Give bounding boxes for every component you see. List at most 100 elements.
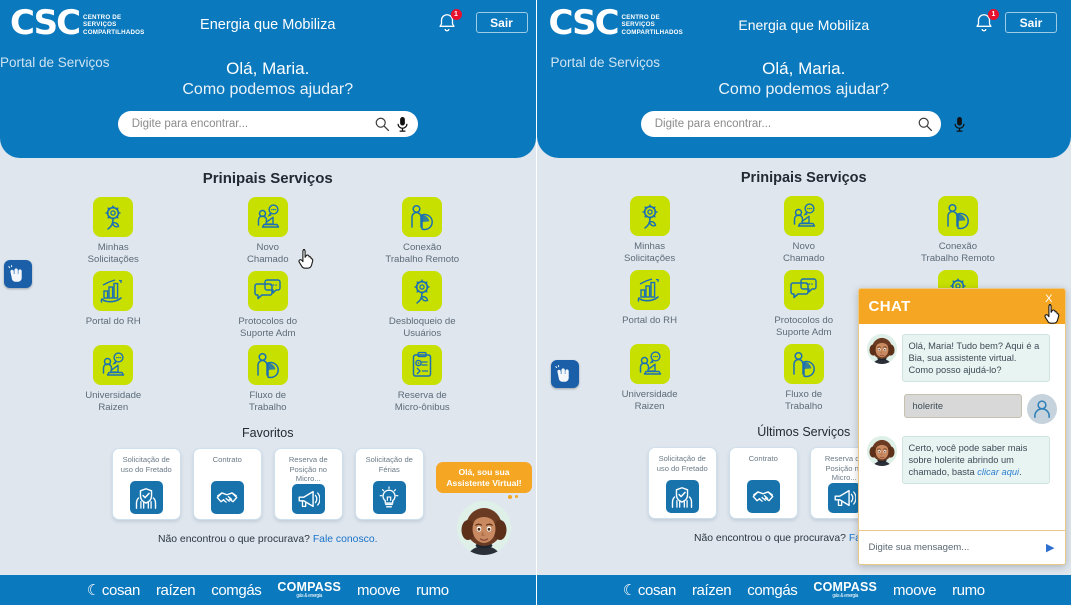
flower-gear-icon bbox=[641, 204, 658, 229]
assistant-bubble-line-1: Olá, sou sua bbox=[458, 467, 510, 477]
service-item-fluxo-de-trabalho[interactable]: Fluxo de Trabalho bbox=[191, 345, 346, 413]
chat-message-list: Olá, Maria! Tudo bem? Aqui é a Bia, sua … bbox=[859, 324, 1065, 530]
chat-input-placeholder: Digite sua mensagem... bbox=[868, 542, 970, 553]
chat-message-user: holerite bbox=[867, 394, 1057, 424]
service-item-conexao-trabalho-remoto[interactable]: Conexão Trabalho Remoto bbox=[345, 197, 500, 265]
chat-inline-link[interactable]: clicar aqui bbox=[977, 467, 1019, 477]
person-laptop-chat-icon bbox=[257, 204, 279, 228]
vlibras-accessibility-button[interactable] bbox=[4, 260, 32, 288]
favorite-icon-wrap bbox=[129, 481, 163, 514]
notification-badge: 1 bbox=[988, 9, 999, 20]
service-tile bbox=[247, 197, 288, 237]
person-laptop-chat-icon bbox=[639, 351, 661, 375]
favorite-card-solicitacao-fretado[interactable]: Solicitação de uso do Fretado bbox=[111, 448, 181, 520]
footer-brand-bar: ☾ cosan raízen comgás COMPASS gás & energ… bbox=[536, 575, 1071, 605]
favorite-card-contrato[interactable]: Contrato bbox=[728, 447, 798, 519]
favorite-icon-wrap bbox=[372, 481, 406, 514]
service-tile bbox=[629, 196, 670, 236]
service-label: Fluxo de Trabalho bbox=[784, 389, 823, 412]
favorite-card-solicitacao-ferias[interactable]: Solicitação de Férias bbox=[354, 448, 424, 520]
service-item-novo-chamado[interactable]: Novo Chamado bbox=[191, 197, 346, 265]
favorites-section-title: Favoritos bbox=[242, 426, 294, 440]
person-icon bbox=[1033, 400, 1050, 419]
favorite-label: Contrato bbox=[212, 455, 242, 464]
chat-bubble-text: Olá, Maria! Tudo bem? Aqui é a Bia, sua … bbox=[901, 334, 1050, 382]
contact-us-link[interactable]: Fale conosco. bbox=[313, 534, 378, 545]
service-tile bbox=[783, 344, 824, 384]
search-icon[interactable] bbox=[917, 116, 933, 132]
service-tile bbox=[93, 197, 134, 237]
brand-rumo: rumo bbox=[416, 581, 449, 599]
chat-header: CHAT X bbox=[858, 289, 1065, 324]
greeting-line-2: Como podemos ajudar? bbox=[182, 81, 354, 98]
service-label: Universidade Raizen bbox=[621, 389, 678, 412]
service-item-portal-do-rh[interactable]: Portal do RH bbox=[36, 271, 191, 339]
close-icon[interactable]: X bbox=[1045, 293, 1052, 305]
brand-moove: moove bbox=[893, 581, 937, 599]
footer-brand-bar: ☾ cosan raízen comgás COMPASS gás & energ… bbox=[0, 575, 536, 605]
favorite-card-solicitacao-fretado[interactable]: Solicitação de uso do Fretado bbox=[647, 447, 717, 519]
chat-bubble-text: holerite bbox=[903, 394, 1022, 418]
chat-window[interactable]: CHAT X Olá, Maria! Tudo bem? Aqui é a Bi… bbox=[857, 288, 1066, 565]
search-input[interactable]: Digite para encontrar... bbox=[117, 111, 418, 137]
person-piechart-icon bbox=[947, 203, 969, 230]
service-item-minhas-solicitacoes[interactable]: Minhas Solicitações bbox=[36, 197, 191, 265]
logout-button[interactable]: Sair bbox=[1005, 12, 1057, 33]
brand-comgas: comgás bbox=[747, 581, 798, 599]
favorite-card-contrato[interactable]: Contrato bbox=[192, 448, 262, 520]
brand-comgas: comgás bbox=[211, 581, 262, 599]
vlibras-accessibility-button[interactable] bbox=[550, 360, 579, 388]
assistant-avatar[interactable] bbox=[457, 501, 511, 555]
service-label: Conexão Trabalho Remoto bbox=[385, 242, 460, 265]
person-laptop-chat-icon bbox=[793, 203, 815, 227]
assistant-bubble[interactable]: Olá, sou sua Assistente Virtual! bbox=[436, 462, 532, 493]
favorite-icon-wrap bbox=[665, 480, 699, 513]
service-label: Novo Chamado bbox=[782, 241, 825, 264]
favorite-icon-wrap bbox=[827, 482, 861, 513]
assistant-face-icon bbox=[866, 334, 897, 364]
microphone-icon[interactable] bbox=[952, 116, 967, 133]
greeting-line-1: Olá, Maria. bbox=[226, 59, 310, 78]
notification-bell-button[interactable]: 1 bbox=[436, 9, 462, 36]
chat-title: CHAT bbox=[868, 298, 911, 315]
notification-badge: 1 bbox=[450, 9, 462, 20]
right-panel: CSC CENTRO DE SERVIÇOS COMPARTILHADOS En… bbox=[535, 0, 1071, 605]
greeting: Olá, Maria. Como podemos ajudar? bbox=[0, 58, 536, 100]
favorite-card-reserva-posicao-micro[interactable]: Reserva de Posição no Micro... bbox=[273, 448, 343, 520]
services-section-title: Prinipais Serviços bbox=[202, 170, 333, 187]
assistant-bubble-tail bbox=[436, 493, 532, 499]
service-label: Fluxo de Trabalho bbox=[248, 390, 287, 413]
search-row: Digite para encontrar... bbox=[0, 111, 536, 137]
notification-bell-button[interactable]: 1 bbox=[973, 9, 999, 36]
handshake-icon bbox=[216, 491, 238, 503]
chat-bubble-text: Certo, você pode saber mais sobre holeri… bbox=[901, 436, 1050, 484]
chat-message-bot: Certo, você pode saber mais sobre holeri… bbox=[866, 436, 1057, 484]
search-input[interactable]: Digite para encontrar... bbox=[640, 111, 941, 137]
logout-button[interactable]: Sair bbox=[475, 12, 528, 33]
brand-cosan: ☾ cosan bbox=[622, 582, 676, 599]
service-item-reserva-micro-onibus[interactable]: Reserva de Micro-ônibus bbox=[345, 345, 500, 413]
service-item-portal-do-rh[interactable]: Portal do RH bbox=[573, 270, 727, 338]
hands-shield-check-icon bbox=[136, 487, 157, 509]
virtual-assistant-widget[interactable]: Olá, sou sua Assistente Virtual! bbox=[436, 462, 532, 555]
search-icon[interactable] bbox=[374, 116, 390, 132]
favorite-label: Contrato bbox=[748, 454, 778, 463]
service-item-conexao-trabalho-remoto[interactable]: Conexão Trabalho Remoto bbox=[881, 196, 1035, 264]
microphone-icon[interactable] bbox=[395, 116, 410, 133]
cosan-swoosh-icon: ☾ bbox=[86, 582, 100, 599]
send-arrow-icon[interactable]: ▶ bbox=[1046, 541, 1054, 554]
service-item-universidade-raizen[interactable]: Universidade Raizen bbox=[36, 345, 191, 413]
chat-message-bot: Olá, Maria! Tudo bem? Aqui é a Bia, sua … bbox=[866, 334, 1057, 382]
favorite-label: Solicitação de uso do Fretado bbox=[120, 455, 172, 474]
chat-input-row[interactable]: Digite sua mensagem... ▶ bbox=[858, 530, 1065, 564]
user-avatar bbox=[1026, 394, 1057, 424]
lightbulb-icon bbox=[379, 485, 399, 507]
service-label: Minhas Solicitações bbox=[623, 241, 676, 264]
service-item-novo-chamado[interactable]: Novo Chamado bbox=[727, 196, 881, 264]
greeting: Olá, Maria. Como podemos ajudar? bbox=[537, 58, 1071, 100]
brand-raizen: raízen bbox=[155, 581, 196, 599]
service-item-protocolos-suporte-adm[interactable]: Protocolos do Suporte Adm bbox=[191, 271, 346, 339]
service-item-universidade-raizen[interactable]: Universidade Raizen bbox=[573, 344, 727, 412]
service-item-minhas-solicitacoes[interactable]: Minhas Solicitações bbox=[573, 196, 727, 264]
service-item-desbloqueio-de-usuarios[interactable]: Desbloqueio de Usuários bbox=[345, 271, 500, 339]
